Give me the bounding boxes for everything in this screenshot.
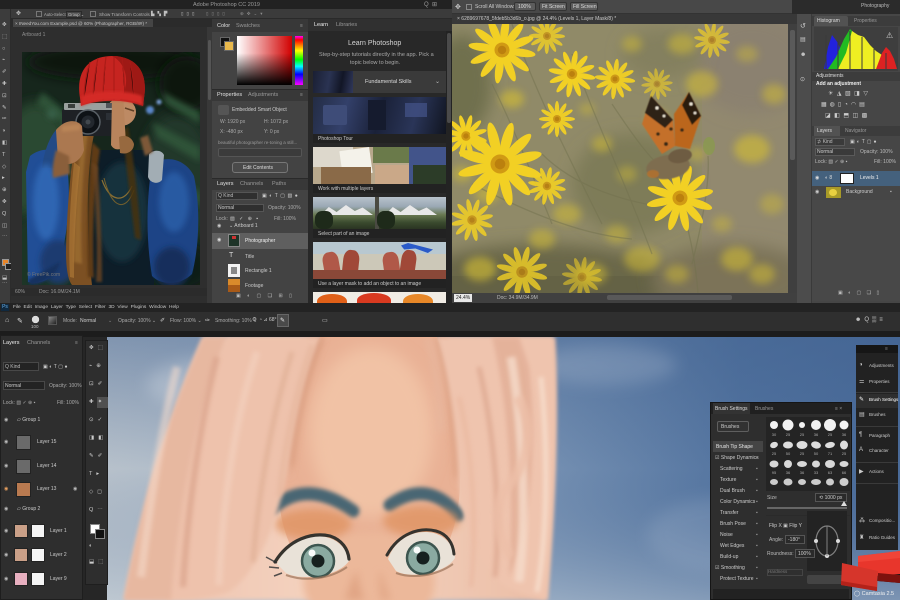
svg-text:25: 25 bbox=[772, 451, 777, 456]
svg-text:25: 25 bbox=[800, 432, 805, 437]
svg-text:36: 36 bbox=[842, 432, 847, 437]
svg-text:⚠︎: ⚠︎ bbox=[886, 31, 893, 40]
svg-text:95: 95 bbox=[772, 470, 777, 475]
svg-text:63: 63 bbox=[828, 470, 833, 475]
svg-text:25: 25 bbox=[800, 451, 805, 456]
svg-text:36: 36 bbox=[814, 432, 819, 437]
svg-text:36: 36 bbox=[800, 470, 805, 475]
svg-text:25: 25 bbox=[786, 432, 791, 437]
svg-text:66: 66 bbox=[842, 470, 847, 475]
svg-text:50: 50 bbox=[814, 451, 819, 456]
svg-text:30: 30 bbox=[772, 432, 777, 437]
svg-text:25: 25 bbox=[842, 451, 847, 456]
svg-text:36: 36 bbox=[786, 470, 791, 475]
svg-text:71: 71 bbox=[828, 451, 833, 456]
svg-text:25: 25 bbox=[828, 432, 833, 437]
svg-text:50: 50 bbox=[786, 451, 791, 456]
svg-text:33: 33 bbox=[814, 470, 819, 475]
